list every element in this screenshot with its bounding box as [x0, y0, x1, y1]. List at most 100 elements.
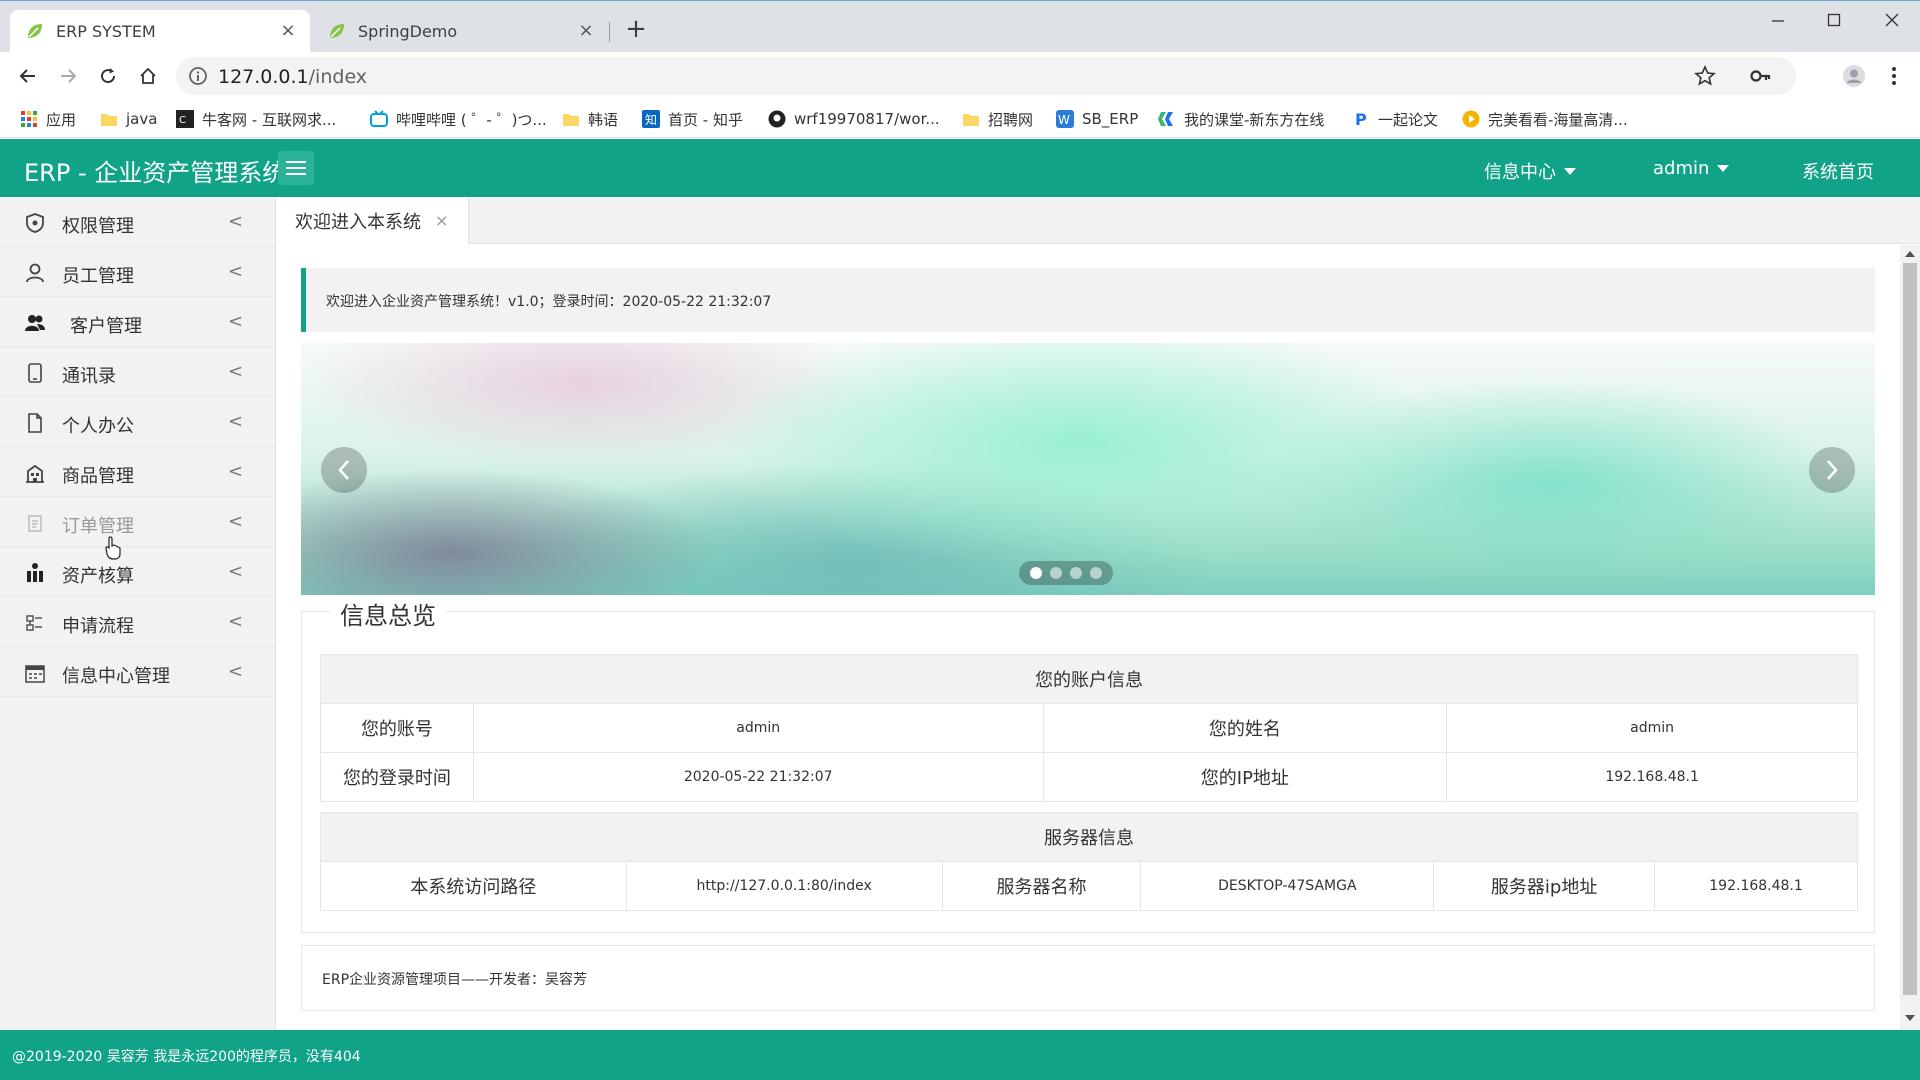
- maximize-button[interactable]: [1806, 6, 1862, 34]
- reload-button[interactable]: [94, 62, 122, 90]
- back-button[interactable]: [14, 62, 42, 90]
- browser-tab-springdemo[interactable]: SpringDemo ×: [312, 10, 608, 52]
- info-icon[interactable]: [188, 66, 208, 86]
- avatar-icon: [1843, 65, 1865, 87]
- minimize-button[interactable]: [1750, 6, 1806, 34]
- bookmark-label: 牛客网 - 互联网求...: [202, 110, 337, 129]
- bookmarks-bar: 应用 java C 牛客网 - 互联网求... 哔哩哔哩 ( ゜- ゜)つ...…: [0, 100, 1920, 138]
- bookmark-nowcoder[interactable]: C 牛客网 - 互联网求...: [176, 108, 336, 130]
- play-icon: [1462, 110, 1480, 128]
- bookmark-label: SB_ERP: [1082, 110, 1139, 128]
- chevron-left-icon: <: [228, 561, 244, 582]
- bookmark-korean[interactable]: 韩语: [562, 108, 618, 130]
- tab-title: ERP SYSTEM: [56, 21, 156, 41]
- app-logo[interactable]: ERP - 企业资产管理系统: [24, 153, 286, 188]
- svg-text:W: W: [1058, 113, 1070, 127]
- bookmark-apps[interactable]: 应用: [20, 108, 76, 130]
- tab-close-icon[interactable]: ×: [278, 21, 298, 41]
- bookmark-github[interactable]: wrf19970817/wor...: [768, 108, 940, 130]
- scroll-up-icon[interactable]: [1905, 251, 1915, 257]
- sidebar-item-office[interactable]: 个人办公 <: [0, 397, 276, 447]
- bookmark-video[interactable]: 完美看看-海量高清...: [1462, 108, 1628, 130]
- forward-button[interactable]: [54, 62, 82, 90]
- bookmark-paper[interactable]: P 一起论文: [1352, 108, 1438, 130]
- url-text[interactable]: 127.0.0.1/index: [218, 66, 367, 88]
- sidebar-toggle-button[interactable]: [278, 151, 314, 185]
- url-host: 127.0.0.1: [218, 66, 309, 88]
- calendar-icon: [25, 665, 45, 683]
- account-info-table: 您的账户信息 您的账号 admin 您的姓名 admin 您的登录时间 2020…: [320, 654, 1858, 802]
- xdf-icon: [1158, 112, 1173, 126]
- bookmark-java[interactable]: java: [100, 108, 157, 130]
- apps-grid-icon: [21, 111, 37, 127]
- server-info-header: 服务器信息: [320, 812, 1858, 862]
- bookmark-star-icon[interactable]: [1694, 65, 1716, 87]
- folder-icon: [101, 114, 117, 126]
- bookmark-bilibili[interactable]: 哔哩哔哩 ( ゜- ゜)つ...: [370, 108, 547, 130]
- sidebar-item-orders[interactable]: 订单管理 <: [0, 497, 276, 547]
- chevron-left-icon: <: [228, 261, 244, 282]
- sidebar-item-products[interactable]: 商品管理 <: [0, 447, 276, 497]
- chevron-left-icon: <: [228, 461, 244, 482]
- home-button[interactable]: [134, 62, 162, 90]
- phone-icon: [28, 363, 42, 383]
- close-window-button[interactable]: [1864, 6, 1920, 34]
- login-time-label: 您的登录时间: [320, 752, 474, 802]
- carousel-next-button[interactable]: [1809, 447, 1855, 493]
- footer-text: @2019-2020 吴容芳 我是永远200的程序员，没有404: [12, 1049, 361, 1065]
- sidebar-item-customers[interactable]: 客户管理 <: [0, 297, 276, 347]
- sidebar-item-employees[interactable]: 员工管理 <: [0, 247, 276, 297]
- content-scrollbar[interactable]: [1900, 245, 1920, 1030]
- developer-text: ERP企业资源管理项目——开发者：吴容芳: [322, 972, 588, 988]
- nav-label: 信息中心: [1484, 162, 1556, 183]
- nowcoder-icon: C: [176, 110, 194, 128]
- new-tab-button[interactable]: +: [622, 16, 650, 44]
- bookmark-sb-erp[interactable]: W SB_ERP: [1056, 108, 1138, 130]
- caret-down-icon: [1564, 167, 1576, 175]
- sidebar-item-info-center[interactable]: 信息中心管理 <: [0, 647, 276, 697]
- sidebar-item-assets[interactable]: 资产核算 <: [0, 547, 276, 597]
- arrow-right-icon: [61, 69, 77, 83]
- carousel-dot[interactable]: [1090, 567, 1102, 579]
- account-label: 您的账号: [320, 703, 474, 753]
- main-content: 欢迎进入企业资产管理系统！v1.0；登录时间：2020-05-22 21:32:…: [277, 245, 1900, 1030]
- nav-info-center[interactable]: 信息中心: [1484, 158, 1576, 184]
- bookmark-zhihu[interactable]: 知 首页 - 知乎: [642, 108, 743, 130]
- bookmark-label: 应用: [46, 110, 77, 129]
- more-vert-icon: [1892, 67, 1896, 85]
- nav-user-menu[interactable]: admin: [1653, 158, 1730, 179]
- sidebar-item-contacts[interactable]: 通讯录 <: [0, 347, 276, 397]
- zhihu-icon: 知: [642, 110, 660, 128]
- tab-welcome[interactable]: 欢迎进入本系统 ×: [277, 197, 469, 244]
- svg-text:知: 知: [645, 113, 657, 127]
- scroll-thumb[interactable]: [1903, 263, 1917, 995]
- tab-close-icon[interactable]: ×: [576, 21, 596, 41]
- carousel-dot[interactable]: [1070, 567, 1082, 579]
- browser-tab-erp-system[interactable]: ERP SYSTEM ×: [10, 10, 310, 52]
- carousel-indicators: [1019, 561, 1113, 585]
- app-header: ERP - 企业资产管理系统 信息中心 admin 系统首页: [0, 139, 1920, 197]
- profile-button[interactable]: [1840, 62, 1868, 90]
- spring-leaf-icon: [330, 24, 344, 38]
- browser-menu-button[interactable]: [1880, 62, 1908, 90]
- carousel-dot[interactable]: [1030, 567, 1042, 579]
- table-row: 您的登录时间 2020-05-22 21:32:07 您的IP地址 192.16…: [320, 752, 1858, 802]
- bookmark-label: 招聘网: [988, 110, 1034, 129]
- sidebar-item-workflow[interactable]: 申请流程 <: [0, 597, 276, 647]
- address-bar[interactable]: 127.0.0.1/index: [176, 57, 1796, 95]
- bookmark-xdf[interactable]: 我的课堂-新东方在线: [1158, 108, 1324, 130]
- sidebar-item-permissions[interactable]: 权限管理 <: [0, 197, 276, 247]
- hamburger-icon: [286, 161, 306, 175]
- sidebar-item-label: 权限管理: [62, 216, 134, 237]
- sidebar-item-label: 员工管理: [62, 266, 134, 287]
- carousel-dot[interactable]: [1050, 567, 1062, 579]
- scroll-down-icon[interactable]: [1905, 1015, 1915, 1021]
- carousel-prev-button[interactable]: [321, 447, 367, 493]
- flow-icon: [26, 615, 42, 631]
- nav-label: 系统首页: [1802, 162, 1874, 183]
- close-icon[interactable]: ×: [435, 211, 448, 230]
- key-icon[interactable]: [1750, 66, 1772, 86]
- svg-text:P: P: [1355, 110, 1367, 128]
- nav-home[interactable]: 系统首页: [1802, 158, 1874, 184]
- bookmark-jobs[interactable]: 招聘网: [962, 108, 1033, 130]
